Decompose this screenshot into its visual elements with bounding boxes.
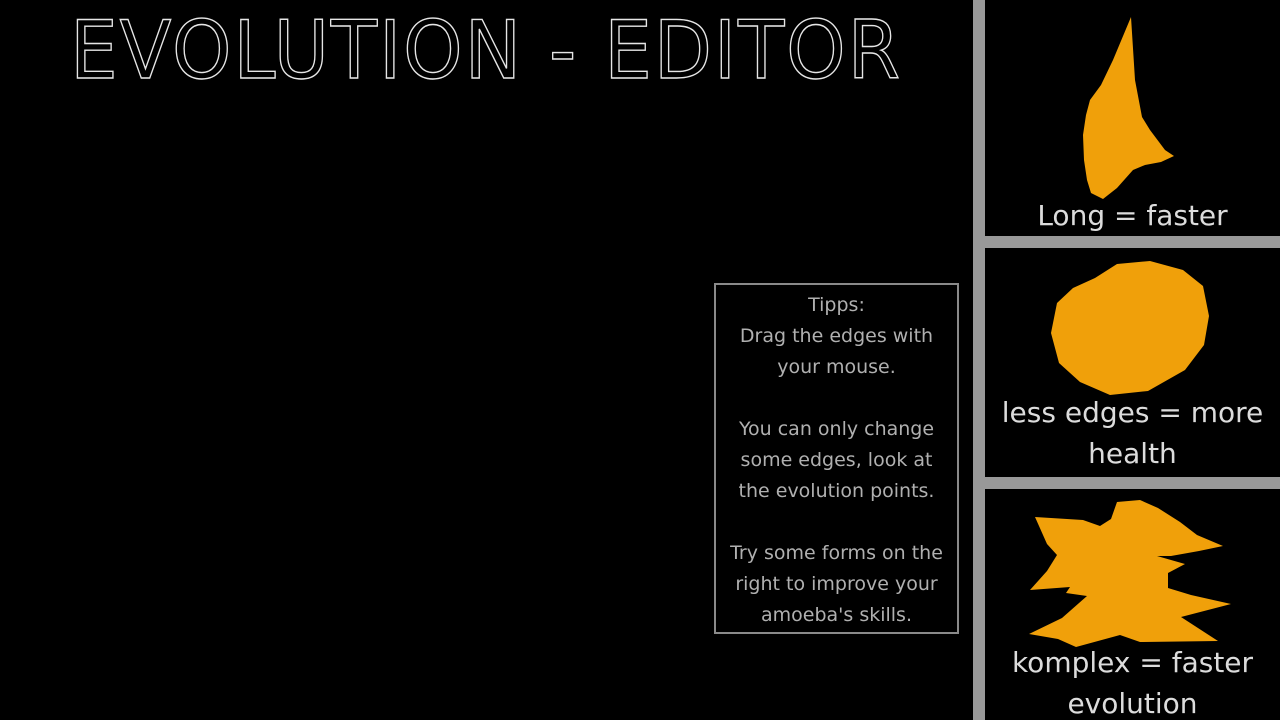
preset-round-shape[interactable]: less edges = more health — [985, 248, 1280, 477]
preset-long-shape[interactable]: Long = faster — [985, 0, 1280, 236]
tips-line: right to improve your — [735, 573, 938, 595]
preset-label: komplex = faster evolution — [985, 642, 1280, 720]
tips-heading: Tipps: — [808, 294, 865, 316]
tips-box: Tipps: Drag the edges with your mouse. Y… — [714, 283, 959, 634]
amoeba-editor-canvas[interactable] — [0, 100, 700, 720]
game-title-text: EVOLUTION - EDITOR — [70, 4, 902, 88]
preset-label: Long = faster — [1037, 199, 1228, 232]
tips-line: amoeba's skills. — [760, 604, 912, 626]
tips-line: some edges, look at — [740, 449, 933, 471]
sidebar-divider — [973, 0, 985, 720]
tips-line: the evolution points. — [738, 480, 935, 502]
preset-complex-shape[interactable]: komplex = faster evolution — [985, 489, 1280, 720]
panel-separator — [985, 477, 1280, 489]
tips-line: You can only change — [738, 418, 935, 440]
game-screen: EVOLUTION - EDITOR Tipps: Drag the edges… — [0, 0, 1280, 720]
preset-label: less edges = more health — [985, 392, 1280, 474]
complex-shape-polygon — [1029, 500, 1231, 647]
tips-line: your mouse. — [777, 356, 896, 378]
tips-spacer — [716, 383, 957, 414]
tips-line: Try some forms on the — [730, 542, 943, 564]
game-title-graphic: EVOLUTION - EDITOR — [70, 4, 902, 88]
preset-label-line: less edges = more — [1001, 396, 1264, 429]
tips-line: Drag the edges with — [739, 325, 934, 347]
tips-spacer — [716, 507, 957, 538]
preset-label-line: komplex = faster — [1011, 646, 1254, 679]
panel-separator — [985, 236, 1280, 248]
game-title: EVOLUTION - EDITOR — [70, 4, 910, 88]
preset-label-line: health — [1088, 437, 1177, 470]
round-shape-polygon — [1051, 261, 1209, 395]
preset-label-line: evolution — [1067, 687, 1198, 720]
long-shape-polygon — [1083, 17, 1174, 199]
